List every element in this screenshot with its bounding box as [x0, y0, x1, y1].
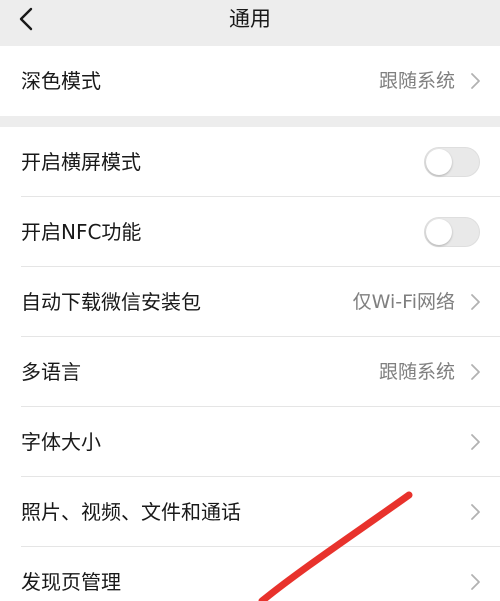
row-label: 开启NFC功能 [21, 220, 142, 244]
chevron-right-icon [471, 434, 480, 450]
row-label: 多语言 [21, 360, 81, 384]
toggle-knob [426, 219, 452, 245]
row-nfc: 开启NFC功能 [0, 197, 500, 267]
row-language[interactable]: 多语言 跟随系统 [0, 337, 500, 407]
row-value: 跟随系统 [378, 70, 455, 92]
row-landscape-mode: 开启横屏模式 [0, 127, 500, 197]
chevron-right-icon [471, 504, 480, 520]
row-value: 跟随系统 [378, 361, 455, 383]
row-label: 发现页管理 [21, 570, 121, 594]
settings-group-general: 开启横屏模式 开启NFC功能 自动下载微信安装包 仅Wi-Fi网络 多语言 跟随… [0, 127, 500, 601]
nfc-toggle[interactable] [424, 217, 480, 247]
settings-general-screen: 通用 深色模式 跟随系统 开启横屏模式 开启NFC功能 自动下载微信安装包 仅W… [0, 0, 500, 601]
row-label: 深色模式 [21, 69, 101, 93]
row-label: 照片、视频、文件和通话 [21, 500, 241, 524]
row-media-files[interactable]: 照片、视频、文件和通话 [0, 477, 500, 547]
chevron-right-icon [471, 364, 480, 380]
row-discover-management[interactable]: 发现页管理 [0, 547, 500, 601]
row-font-size[interactable]: 字体大小 [0, 407, 500, 477]
chevron-right-icon [471, 294, 480, 310]
nav-bar: 通用 [0, 0, 500, 46]
landscape-toggle[interactable] [424, 147, 480, 177]
row-label: 自动下载微信安装包 [21, 290, 201, 314]
settings-group-display: 深色模式 跟随系统 [0, 46, 500, 116]
row-auto-download[interactable]: 自动下载微信安装包 仅Wi-Fi网络 [0, 267, 500, 337]
row-value: 仅Wi-Fi网络 [352, 291, 455, 313]
chevron-right-icon [471, 574, 480, 590]
row-label: 开启横屏模式 [21, 150, 141, 174]
toggle-knob [426, 149, 452, 175]
row-label: 字体大小 [21, 430, 101, 454]
chevron-right-icon [471, 73, 480, 89]
row-dark-mode[interactable]: 深色模式 跟随系统 [0, 46, 500, 116]
page-title: 通用 [229, 7, 271, 31]
